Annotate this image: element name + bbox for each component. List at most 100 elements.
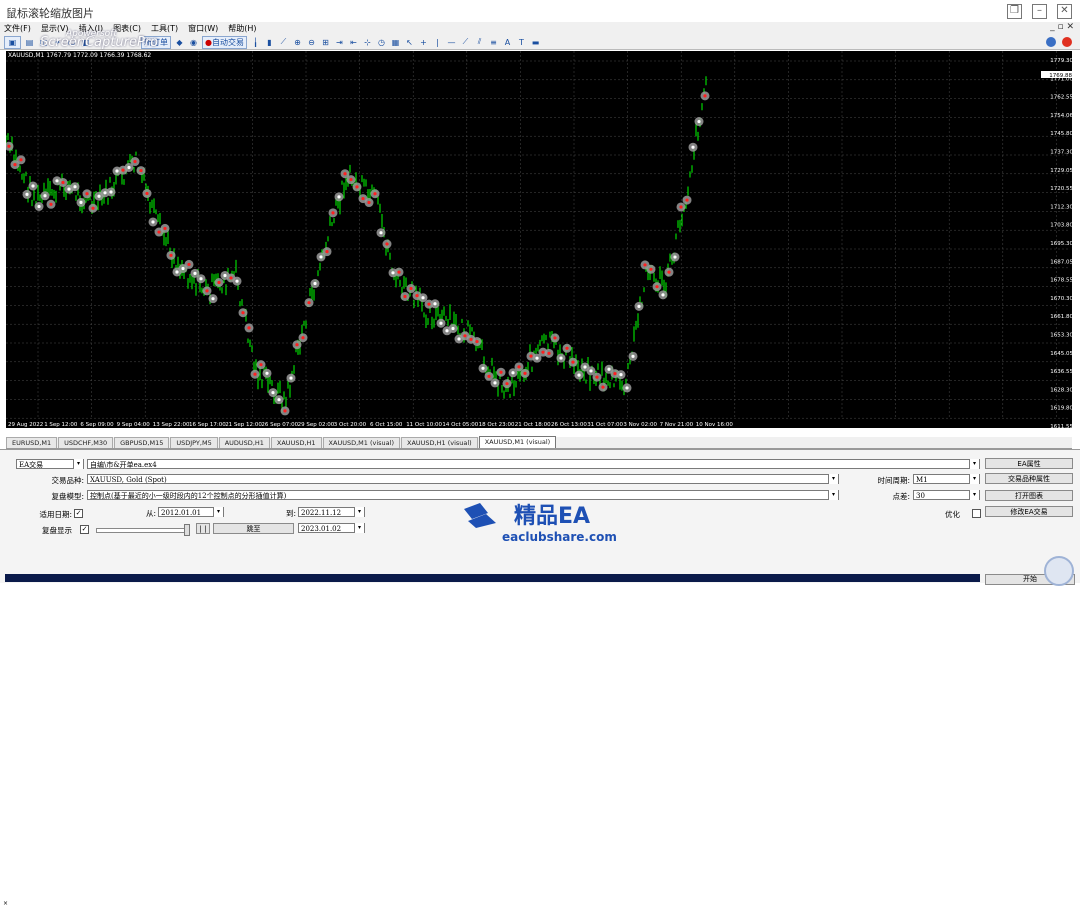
arrows-icon[interactable]: ▬ [530,37,541,48]
trade-marker [223,273,227,278]
ea-properties-button[interactable]: EA属性 [985,458,1073,469]
window-titlebar: 鼠标滚轮缩放图片 ❐ – ✕ [0,0,1080,22]
model-value: 控制点(基于最近的小一级时段内的12个控制点的分形插值计算) [90,492,287,500]
pause-button[interactable]: | | [196,523,210,534]
zoom-out-icon[interactable]: ⊖ [306,37,317,48]
auto-trade-icon: ● [205,37,212,47]
trendline-icon[interactable]: ⟋ [460,37,471,48]
chart-tab[interactable]: XAUUSD,H1 [270,437,322,448]
periods-icon[interactable]: ◷ [376,37,387,48]
trade-marker [97,194,101,198]
symbol-properties-button[interactable]: 交易品种属性 [985,473,1073,484]
trade-marker [307,301,311,305]
mdi-window-controls[interactable]: _ ▫ ✕ [1050,22,1074,32]
fibo-icon[interactable]: ≡ [488,37,499,48]
skip-to-button[interactable]: 跳至 [213,523,294,534]
to-date-picker[interactable]: 2022.11.12 ▾ [298,507,365,517]
price-tick-label: 1703.80 [1050,223,1072,229]
chart-tab[interactable]: XAUUSD,M1 (visual) [322,437,400,448]
modify-ea-button[interactable]: 修改EA交易 [985,506,1073,517]
speed-slider-thumb[interactable] [184,524,190,536]
from-date-picker[interactable]: 2012.01.01 ▾ [158,507,224,517]
speed-slider-track[interactable] [96,528,188,533]
templates-icon[interactable]: ▦ [390,37,401,48]
chart-tab[interactable]: USDJPY,M5 [170,437,218,448]
cursor-icon[interactable]: ↖ [404,37,415,48]
bar-chart-icon[interactable]: ╽ [250,37,261,48]
hline-icon[interactable]: — [446,37,457,48]
crosshair-icon[interactable]: + [418,37,429,48]
price-tick-label: 1661.80 [1050,314,1072,320]
auto-scroll-icon[interactable]: ⇥ [334,37,345,48]
chevron-down-icon: ▾ [828,474,838,484]
tester-mode-select[interactable]: EA交易 ▾ [16,459,84,469]
trade-marker [571,360,575,364]
visual-checkbox[interactable]: ✓ [80,525,89,534]
chevron-down-icon: ▾ [354,507,364,517]
indicators-icon[interactable]: ⊹ [362,37,373,48]
profiles-icon[interactable]: ▤ [24,37,35,48]
time-tick-label: 1 Sep 12:00 [44,422,78,428]
chart-tab[interactable]: XAUUSD,M1 (visual) [478,436,557,448]
menu-view[interactable]: 显示(V) [41,23,69,34]
trade-marker [103,191,107,195]
label-icon[interactable]: T [516,37,527,48]
chart-props-icon[interactable]: ◉ [188,37,199,48]
alert-icon[interactable] [1062,37,1072,47]
auto-trade-button[interactable]: ● 自动交易 [202,35,247,49]
brand-name: 精品EA [514,504,591,529]
price-tick-label: 1712.30 [1050,204,1072,210]
trade-marker [301,336,305,340]
candle-chart-icon[interactable]: ▮ [264,37,275,48]
line-chart-icon[interactable]: ⟋ [278,37,289,48]
time-tick-label: 14 Oct 05:00 [442,422,478,428]
ea-path-select[interactable]: 自编\市&开单ea.ex4 ▾ [87,459,980,469]
chart-tab[interactable]: XAUUSD,H1 (visual) [401,437,478,448]
price-tick-label: 1729.05 [1050,168,1072,174]
trade-marker [163,226,167,231]
menu-file[interactable]: 文件(F) [4,23,31,34]
channel-icon[interactable]: ⫽ [474,37,485,48]
tile-windows-icon[interactable]: ⊞ [320,37,331,48]
vline-icon[interactable]: | [432,37,443,48]
menu-help[interactable]: 帮助(H) [228,23,256,34]
trade-marker [523,371,527,375]
model-select[interactable]: 控制点(基于最近的小一级时段内的12个控制点的分形插值计算) ▾ [87,490,839,500]
price-tick-label: 1628.30 [1050,387,1072,393]
time-tick-label: 29 Sep 02:00 [298,422,335,428]
trade-marker [253,372,257,376]
trade-marker [625,386,629,390]
chart-tab[interactable]: AUDUSD,H1 [218,437,270,448]
trade-marker [241,311,245,315]
spread-select[interactable]: 30 ▾ [913,490,980,500]
text-icon[interactable]: A [502,37,513,48]
meta-editor-icon[interactable]: ◆ [174,37,185,48]
trade-marker [349,178,353,182]
trade-marker [559,356,563,360]
optimize-checkbox[interactable] [972,509,981,518]
trade-marker [157,230,161,234]
open-chart-button[interactable]: 打开图表 [985,490,1073,501]
close-icon[interactable]: ✕ [1057,4,1072,19]
skip-date-picker[interactable]: 2023.01.02 ▾ [298,523,365,533]
price-chart[interactable]: 1779.30 1771.00 1762.55 1754.06 1745.80 1737.… [6,51,1072,428]
menu-charts[interactable]: 图表(C) [113,23,141,34]
chart-tab[interactable]: USDCHF,M30 [58,437,114,448]
trade-marker [541,350,545,354]
menu-window[interactable]: 窗口(W) [188,23,218,34]
period-select[interactable]: M1 ▾ [913,474,980,484]
trade-marker [439,321,443,325]
menu-tools[interactable]: 工具(T) [151,23,178,34]
use-date-checkbox[interactable]: ✓ [74,509,83,518]
restore-icon[interactable]: ❐ [1007,4,1022,19]
chart-tab[interactable]: EURUSD,M1 [6,437,58,448]
new-chart-icon[interactable]: ▣ [4,35,21,49]
chart-shift-icon[interactable]: ⇤ [348,37,359,48]
panel-close-icon[interactable]: × [3,900,8,907]
chart-tab[interactable]: GBPUSD,M15 [114,437,170,448]
zoom-in-icon[interactable]: ⊕ [292,37,303,48]
symbol-select[interactable]: XAUUSD, Gold (Spot) ▾ [87,474,839,484]
minimize-icon[interactable]: – [1032,4,1047,19]
trade-marker [13,163,17,167]
search-icon[interactable] [1046,37,1056,47]
